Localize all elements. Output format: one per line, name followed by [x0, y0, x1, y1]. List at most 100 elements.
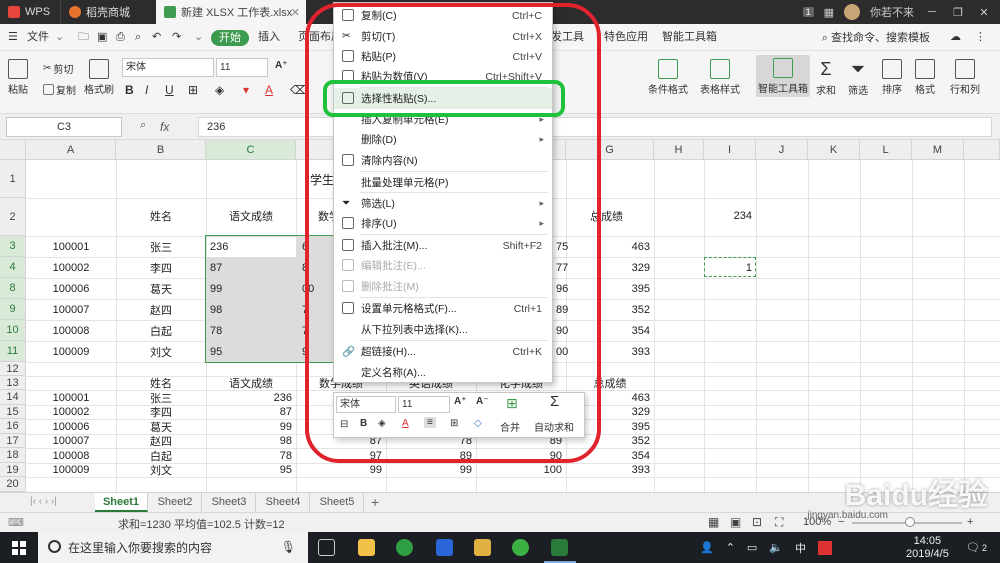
- column-header[interactable]: B: [116, 140, 206, 160]
- clock-date[interactable]: 2019/4/5: [906, 548, 949, 561]
- user-name[interactable]: 你若不来: [870, 4, 914, 20]
- cell-english[interactable]: 99: [386, 463, 476, 477]
- wps-app-icon[interactable]: [436, 539, 453, 556]
- font-color-icon[interactable]: A: [265, 83, 273, 97]
- taskbar-search[interactable]: 在这里输入你要搜索的内容 🎙: [38, 532, 308, 563]
- format-painter-button[interactable]: 格式刷: [84, 59, 114, 96]
- cell-id[interactable]: 100007: [26, 299, 116, 320]
- sheet-nav-first-icon[interactable]: |‹ ‹ › ›|: [30, 496, 57, 507]
- cell-id[interactable]: 100002: [26, 257, 116, 278]
- sheet-tab[interactable]: Sheet4: [257, 493, 310, 512]
- cell-id[interactable]: 100008: [26, 448, 116, 463]
- row-header[interactable]: 12: [0, 362, 26, 376]
- font-size-select[interactable]: 11: [216, 58, 268, 77]
- column-header[interactable]: M: [912, 140, 964, 160]
- cell-chinese[interactable]: 87: [206, 257, 296, 278]
- microphone-icon[interactable]: 🎙: [281, 540, 296, 554]
- row-header[interactable]: 17: [0, 434, 26, 448]
- row-header[interactable]: 2: [0, 198, 26, 236]
- cell-name[interactable]: 白起: [116, 320, 206, 341]
- close-window-icon[interactable]: ✕: [976, 6, 992, 19]
- row-header[interactable]: 3: [0, 236, 26, 257]
- cell-name[interactable]: 刘文: [116, 341, 206, 362]
- column-header[interactable]: C: [206, 140, 296, 160]
- cell-id[interactable]: 100009: [26, 341, 116, 362]
- window-count-badge[interactable]: 1: [802, 7, 814, 17]
- italic-icon[interactable]: I: [145, 83, 148, 97]
- cell-name[interactable]: 张三: [116, 236, 206, 257]
- search-command[interactable]: ⌕ 查找命令、搜索模板: [822, 29, 930, 45]
- browser-app-icon[interactable]: [396, 539, 413, 556]
- hamburger-icon[interactable]: ☰: [8, 29, 18, 46]
- paste-button[interactable]: 粘贴: [8, 59, 28, 96]
- cell-id[interactable]: 100009: [26, 463, 116, 477]
- person-icon[interactable]: 👤: [700, 541, 714, 554]
- cell-i2[interactable]: 234: [704, 206, 756, 226]
- notepad-app-icon[interactable]: [358, 539, 375, 556]
- row-header[interactable]: 4: [0, 257, 26, 278]
- cut-button[interactable]: ✂ 剪切: [43, 61, 73, 76]
- cell-name[interactable]: 赵四: [116, 434, 206, 448]
- menu-insert[interactable]: 插入: [258, 29, 280, 46]
- row-header[interactable]: 13: [0, 376, 26, 390]
- column-header[interactable]: H: [654, 140, 704, 160]
- redo-icon[interactable]: ↷: [172, 29, 181, 46]
- cell-total[interactable]: 393: [566, 463, 654, 477]
- bold-icon[interactable]: B: [125, 83, 134, 97]
- undo-icon[interactable]: ↶: [152, 29, 161, 46]
- zoom-in-icon[interactable]: +: [967, 516, 973, 528]
- cell-chinese[interactable]: 78: [206, 448, 296, 463]
- bucket-icon[interactable]: ▾: [243, 83, 249, 97]
- cell-chinese[interactable]: 98: [206, 434, 296, 448]
- row-header[interactable]: 20: [0, 477, 26, 492]
- zoom-slider-thumb[interactable]: [905, 517, 915, 527]
- cell-name[interactable]: 刘文: [116, 463, 206, 477]
- wps-spreadsheet-app-icon[interactable]: [551, 539, 568, 556]
- sheet-tab[interactable]: Sheet3: [203, 493, 256, 512]
- cell-id[interactable]: 100001: [26, 236, 116, 257]
- add-sheet-icon[interactable]: +: [371, 494, 379, 510]
- row-col-button[interactable]: 行和列: [950, 59, 980, 96]
- tab-docer-store[interactable]: 稻壳商城: [60, 0, 154, 24]
- fx-icon[interactable]: fx: [160, 120, 169, 134]
- row-header[interactable]: 15: [0, 405, 26, 419]
- select-all-corner[interactable]: [0, 140, 26, 160]
- notification-icon[interactable]: 🗨: [966, 541, 980, 554]
- cell-name[interactable]: 白起: [116, 448, 206, 463]
- menu-features[interactable]: 特色应用: [604, 29, 648, 46]
- preview-icon[interactable]: ⌕: [135, 29, 141, 46]
- sogou-icon[interactable]: [818, 540, 833, 555]
- cell-math[interactable]: 99: [296, 463, 386, 477]
- cell-id[interactable]: 100008: [26, 320, 116, 341]
- save-icon[interactable]: ▣: [97, 29, 107, 46]
- smart-toolbox-button[interactable]: 智能工具箱: [756, 55, 810, 97]
- menu-smart-toolbox[interactable]: 智能工具箱: [662, 29, 717, 46]
- row-header[interactable]: 19: [0, 463, 26, 477]
- cell-i4[interactable]: 1: [704, 257, 756, 278]
- column-header[interactable]: K: [808, 140, 860, 160]
- task-view-icon[interactable]: [318, 539, 335, 556]
- grid-icon[interactable]: ▦: [824, 6, 834, 19]
- cell-id[interactable]: 100007: [26, 434, 116, 448]
- more-icon[interactable]: ⋮: [975, 29, 986, 46]
- border-icon[interactable]: ⊞: [188, 83, 198, 97]
- page-break-view-icon[interactable]: ▣: [730, 515, 741, 529]
- column-header[interactable]: I: [704, 140, 756, 160]
- fill-color-icon[interactable]: ◈: [215, 83, 224, 97]
- open-icon[interactable]: 🗀: [78, 29, 89, 46]
- copy-button[interactable]: 复制: [43, 82, 76, 97]
- table-style-button[interactable]: 表格样式: [700, 59, 740, 96]
- cell-chinese[interactable]: 236: [206, 236, 296, 257]
- tab-wps[interactable]: WPS: [0, 0, 58, 24]
- sort-button[interactable]: 排序: [882, 59, 902, 96]
- cell-name[interactable]: 葛天: [116, 419, 206, 434]
- conditional-format-button[interactable]: 条件格式: [648, 59, 688, 96]
- avatar[interactable]: [844, 4, 860, 20]
- increase-font-icon[interactable]: A⁺: [275, 60, 288, 71]
- row-header[interactable]: 8: [0, 278, 26, 299]
- cell-name[interactable]: 李四: [116, 405, 206, 419]
- column-header[interactable]: [964, 140, 1000, 160]
- reading-view-icon[interactable]: ⊡: [752, 515, 762, 529]
- cell-id[interactable]: 100006: [26, 278, 116, 299]
- input-method[interactable]: 中: [795, 540, 806, 556]
